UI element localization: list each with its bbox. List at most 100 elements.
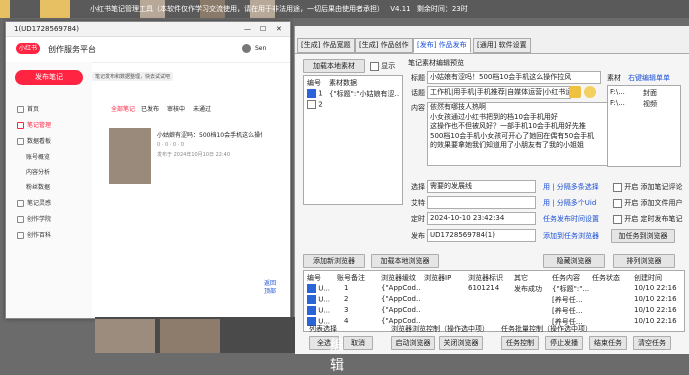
note-thumbnail[interactable] <box>109 128 151 184</box>
sidebar-item-account-overview[interactable]: 账号概览 <box>26 152 50 161</box>
close-icon[interactable]: ✕ <box>276 25 282 33</box>
preview-title: 笔记素材编辑预览 <box>408 59 464 67</box>
sidebar-item-wiki[interactable]: 创作百科 <box>17 230 51 239</box>
table-row[interactable]: 2 <box>307 100 401 109</box>
task-control-label: 任务批量控制（操作选中项） <box>501 325 592 333</box>
sidebar-item-home[interactable]: 首页 <box>17 104 39 113</box>
tab-all-notes[interactable]: 全部笔记 <box>111 104 135 113</box>
mention-hint: 用 | 分隔多个Uid <box>543 199 597 207</box>
select-input[interactable]: 需要的发展线 <box>427 180 536 193</box>
schedule-label: 定时 <box>411 215 425 223</box>
tab-settings[interactable]: [通用] 软件设置 <box>473 38 531 53</box>
task-header: 编号 <box>307 274 321 282</box>
tab-content-gen[interactable]: [生成] 作品创作 <box>355 38 413 53</box>
tool-title-bar: 小红书笔记管理工具（本软件仅作学习交流使用，请在用于非法用途，一切后果由使用者承… <box>90 0 468 18</box>
task-other: 发布成功 <box>514 285 542 293</box>
minimize-icon[interactable]: — <box>244 25 251 33</box>
publish-account-label: 发布 <box>411 232 425 240</box>
tab-rejected[interactable]: 未通过 <box>193 104 211 113</box>
title-label: 标题 <box>411 74 425 82</box>
maximize-icon[interactable]: ☐ <box>260 25 266 33</box>
logo: 小红书 <box>16 43 41 54</box>
list-select-label: 列表选择 <box>309 325 337 333</box>
sidebar-item-content-analysis[interactable]: 内容分析 <box>26 167 50 176</box>
deselect-button[interactable]: 取消 <box>343 336 373 350</box>
arrange-browser-button[interactable]: 排列浏览器 <box>613 254 675 268</box>
load-local-material-button[interactable]: 加载本地素材 <box>303 59 365 73</box>
start-browser-button[interactable]: 启动浏览器 <box>391 336 435 350</box>
chart-icon <box>17 138 24 145</box>
close-browser-button[interactable]: 关闭浏览器 <box>439 336 483 350</box>
tab-published[interactable]: 已发布 <box>141 104 159 113</box>
table-row[interactable]: U... <box>307 295 330 304</box>
note-title[interactable]: 小姑娘有涩吗：500档10会手机这么操作拉风 <box>157 130 262 139</box>
task-control-button[interactable]: 任务控制 <box>501 336 539 350</box>
username: Sen <box>255 45 267 52</box>
tool-window: [生成] 作品宽题 [生成] 作品创作 [发布] 作品发布 [通用] 软件设置 … <box>294 26 689 354</box>
option-schedule[interactable]: 开启 定时发布笔记 <box>613 214 682 224</box>
hide-browser-button[interactable]: 隐藏浏览器 <box>543 254 605 268</box>
schedule-time-input[interactable]: 2024-10-10 23:42:34 <box>427 212 536 225</box>
task-content: [养号任… <box>552 307 583 315</box>
task-content: [养号任… <box>552 296 583 304</box>
task-header: 任务状态 <box>592 274 620 282</box>
tab-title-gen[interactable]: [生成] 作品宽题 <box>297 38 355 53</box>
material-panel-hint: 右键编辑单单 <box>628 74 670 82</box>
file-path: F:\... <box>610 88 625 96</box>
topic-input[interactable]: 工作机|用手机|手机推荐|自媒体运营|小红书运营 <box>427 86 571 99</box>
sidebar-item-fans[interactable]: 粉丝数据 <box>26 182 50 191</box>
task-header: 任务内容 <box>552 274 580 282</box>
material-header-data: 素材数据 <box>329 79 357 87</box>
tray-thumbnail <box>95 319 155 353</box>
sidebar-item-data[interactable]: 数据看板 <box>17 136 51 145</box>
back-to-top-link[interactable]: 返回顶部 <box>264 280 276 296</box>
mention-input[interactable] <box>427 196 536 209</box>
content-textarea[interactable]: 依然有哪技人热啊 小女孩通过小红书把到的档10会手机用好 这操作也不但被风好？一… <box>427 102 611 166</box>
task-time: 10/10 22:16 <box>634 306 677 314</box>
tab-publish[interactable]: [发布] 作品发布 <box>413 38 471 53</box>
file-type: 封面 <box>643 89 657 97</box>
sidebar-item-inspiration[interactable]: 笔记灵感 <box>17 198 51 207</box>
title-input[interactable]: 小姑娘有涩吗！500档10会手机这么操作拉风 <box>427 71 601 84</box>
app-title: 小红书笔记管理工具（本软件仅作学习交流使用，请在用于非法用途，一切后果由使用者承… <box>90 5 384 13</box>
content-label: 内容 <box>411 104 425 112</box>
avatar[interactable] <box>242 44 251 53</box>
table-row[interactable]: U... <box>307 284 330 293</box>
smile-icon[interactable] <box>584 86 596 98</box>
material-table: 编号 素材数据 1 {"标题":"小姑娘有涩… 2 <box>303 75 403 205</box>
note-icon <box>17 122 24 129</box>
browser-title: 1(UD1728569784) <box>14 25 79 33</box>
add-to-browser-hint: 添加到任务浏览器 <box>543 232 599 240</box>
bulb-icon <box>17 200 24 207</box>
end-task-button[interactable]: 结束任务 <box>589 336 627 350</box>
task-time: 10/10 22:16 <box>634 317 677 325</box>
folder-thumbnail <box>0 0 10 18</box>
load-local-browser-button[interactable]: 加载本地浏览器 <box>371 254 439 268</box>
desktop-background: 小红书笔记管理工具（本软件仅作学习交流使用，请在用于非法用途，一切后果由使用者承… <box>0 0 689 18</box>
show-label: 显示 <box>381 62 396 70</box>
folder-thumbnail <box>40 0 70 18</box>
stop-button[interactable]: 停止发播 <box>545 336 583 350</box>
platform-name: 创作服务平台 <box>48 45 96 54</box>
publish-note-button[interactable]: 发布笔记 <box>15 70 83 85</box>
task-header: 浏览器缓纹 <box>381 274 416 282</box>
task-header: 浏览器标识 <box>468 274 503 282</box>
sidebar-item-academy[interactable]: 创作学院 <box>17 214 51 223</box>
task-time: 10/10 22:16 <box>634 295 677 303</box>
sidebar-item-notes[interactable]: 笔记管理 <box>17 120 51 129</box>
tray-thumbnail <box>160 319 220 353</box>
task-note: 1 <box>344 284 349 292</box>
publish-account-select[interactable]: UD1728569784(1) <box>427 229 536 242</box>
tab-reviewing[interactable]: 审核中 <box>167 104 185 113</box>
remaining-time: 剩余时间：23时 <box>416 5 468 13</box>
show-checkbox[interactable]: 显示 <box>370 61 395 71</box>
task-header: 创建时间 <box>634 274 662 282</box>
emoji-icon[interactable] <box>569 86 581 98</box>
table-row[interactable]: U... <box>307 306 330 315</box>
option-file-user[interactable]: 开启 添加文件用户 <box>613 198 682 208</box>
background-tray: 编辑 <box>95 317 344 374</box>
add-browser-button[interactable]: 添加新浏览器 <box>303 254 365 268</box>
add-task-button[interactable]: 加任务到浏览器 <box>611 229 675 243</box>
option-comment[interactable]: 开启 添加笔记评论 <box>613 182 682 192</box>
clear-task-button[interactable]: 清空任务 <box>633 336 671 350</box>
